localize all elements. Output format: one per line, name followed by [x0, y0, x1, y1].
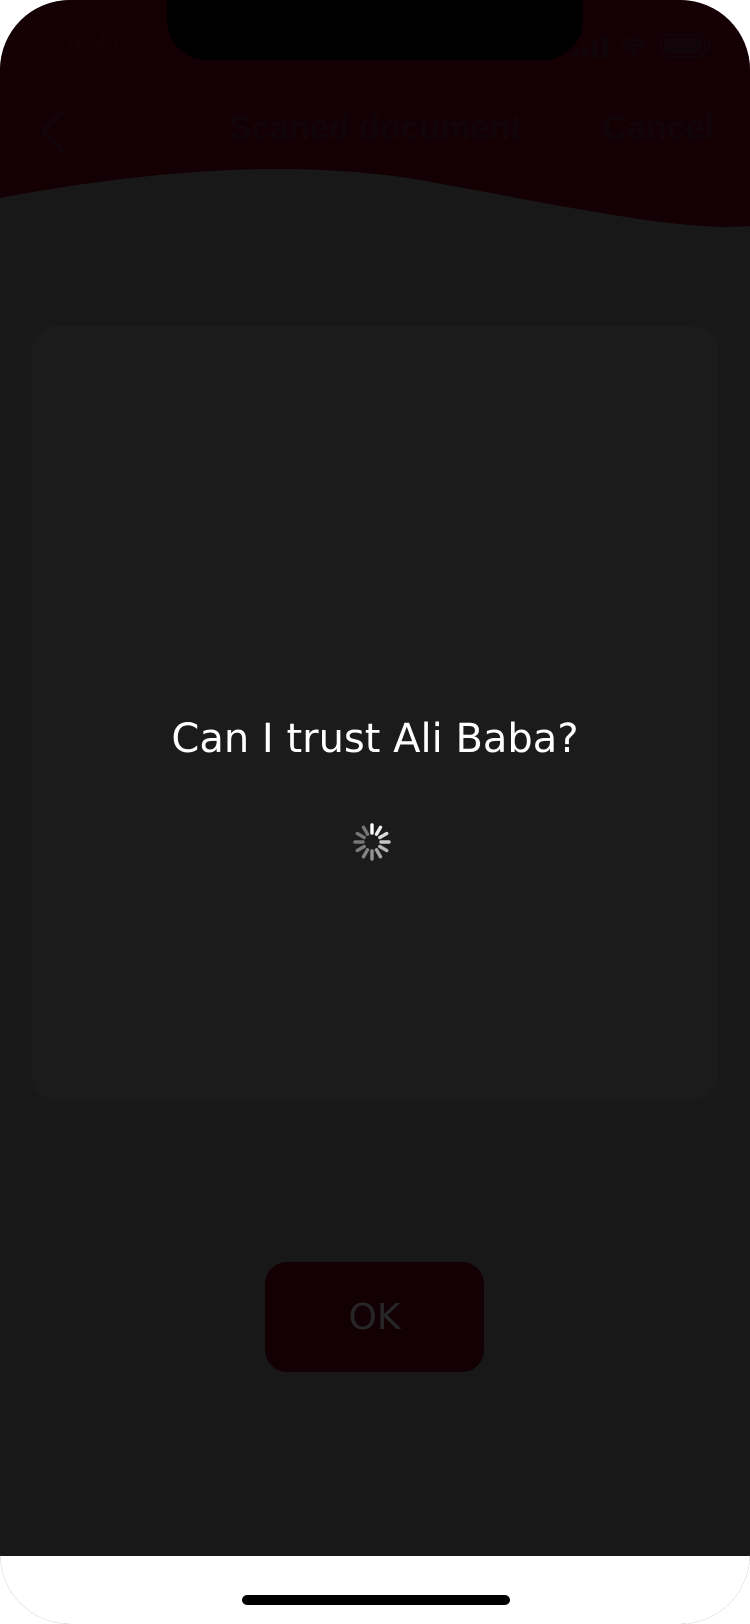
phone-screen: 9:41 Scaned document Cancel Can I trust …	[0, 0, 750, 1624]
battery-icon	[660, 34, 711, 58]
wifi-icon	[621, 37, 647, 56]
ok-button[interactable]: OK	[265, 1262, 484, 1372]
home-indicator-area	[0, 1556, 750, 1624]
document-preview-card	[32, 326, 718, 1100]
navigation-bar: Scaned document Cancel	[0, 95, 750, 169]
cellular-signal-icon	[572, 36, 608, 58]
cancel-button[interactable]: Cancel	[603, 109, 715, 148]
status-bar: 9:41	[0, 0, 750, 90]
loading-message: Can I trust Ali Baba?	[171, 716, 579, 762]
home-indicator[interactable]	[242, 1595, 510, 1605]
status-time: 9:41	[66, 28, 125, 59]
device-notch	[167, 0, 583, 60]
status-icons	[572, 34, 712, 58]
activity-spinner-icon	[353, 823, 391, 861]
